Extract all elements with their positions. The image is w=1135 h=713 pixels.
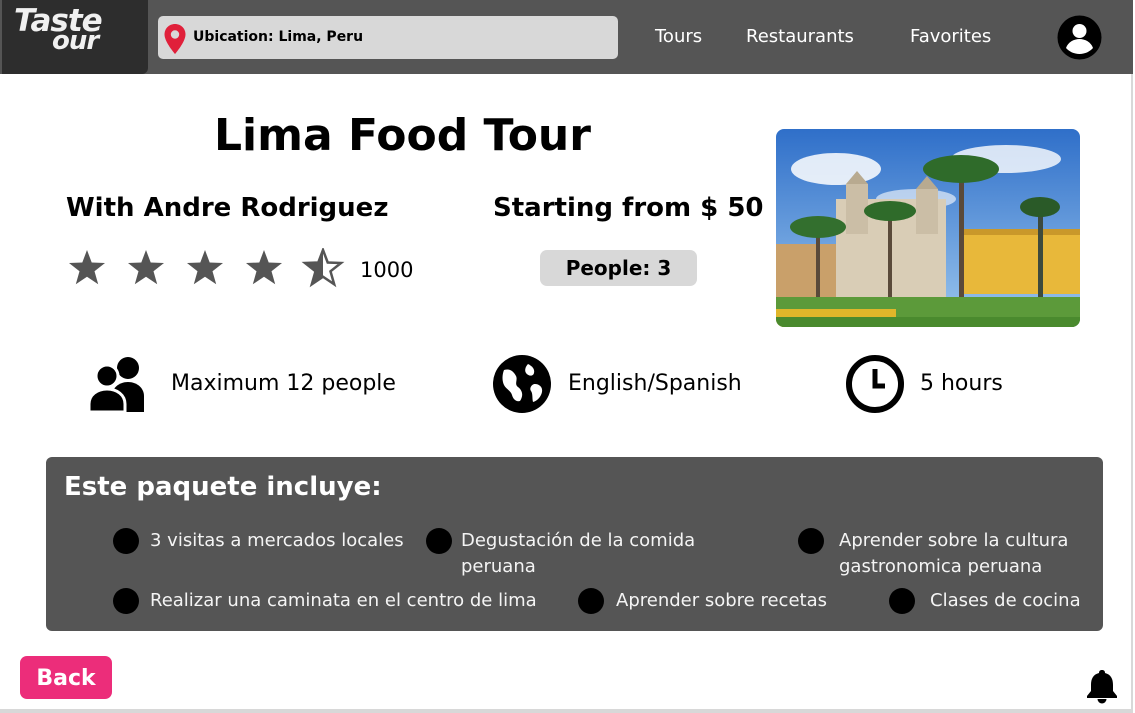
location-text: Ubication: Lima, Peru [193, 29, 364, 45]
top-nav-bar: Taste our Ubication: Lima, Peru Tours Re… [0, 0, 1133, 74]
package-includes-panel: Este paquete incluye: 3 visitas a mercad… [46, 457, 1103, 631]
package-item: Aprender sobre la cultura gastronomica p… [839, 530, 1069, 577]
back-button[interactable]: Back [20, 656, 112, 699]
bullet-icon [113, 588, 139, 614]
user-circle-icon[interactable] [1057, 15, 1102, 60]
bullet-icon [889, 588, 915, 614]
languages-label: English/Spanish [568, 371, 742, 396]
star-rating [67, 248, 347, 292]
clock-icon [845, 354, 905, 418]
package-item: Clases de cocina [930, 590, 1081, 611]
star-icon [187, 250, 223, 285]
bullet-icon [426, 528, 452, 554]
tour-photo [776, 129, 1080, 327]
capacity-label: Maximum 12 people [171, 371, 396, 396]
nav-favorites[interactable]: Favorites [910, 26, 991, 47]
package-title: Este paquete incluye: [64, 472, 382, 502]
taste-tour-logo[interactable]: Taste our [2, 0, 148, 74]
package-item: Realizar una caminata en el centro de li… [150, 590, 537, 611]
bullet-icon [578, 588, 604, 614]
group-icon [87, 354, 150, 418]
bell-icon[interactable] [1086, 668, 1118, 708]
review-count: 1000 [360, 258, 414, 282]
package-item: Aprender sobre recetas [616, 590, 827, 611]
star-icon [69, 250, 105, 285]
nav-restaurants[interactable]: Restaurants [746, 26, 854, 47]
people-selector[interactable]: People: 3 [540, 250, 697, 286]
package-item: 3 visitas a mercados locales [150, 530, 404, 551]
globe-icon [492, 354, 552, 418]
location-search-field[interactable]: Ubication: Lima, Peru [158, 16, 618, 59]
nav-tours[interactable]: Tours [655, 26, 702, 47]
package-item: Degustación de la comida peruana [461, 530, 696, 577]
tour-price: Starting from $ 50 [493, 193, 764, 223]
tour-title: Lima Food Tour [214, 110, 591, 161]
half-star-icon [303, 248, 343, 286]
star-icon [246, 250, 282, 285]
star-icon [128, 250, 164, 285]
bullet-icon [113, 528, 139, 554]
bullet-icon [798, 528, 824, 554]
map-pin-icon [163, 23, 187, 59]
tour-guide: With Andre Rodriguez [66, 193, 389, 223]
duration-label: 5 hours [920, 371, 1003, 396]
logo-text-line2: our [52, 26, 99, 56]
